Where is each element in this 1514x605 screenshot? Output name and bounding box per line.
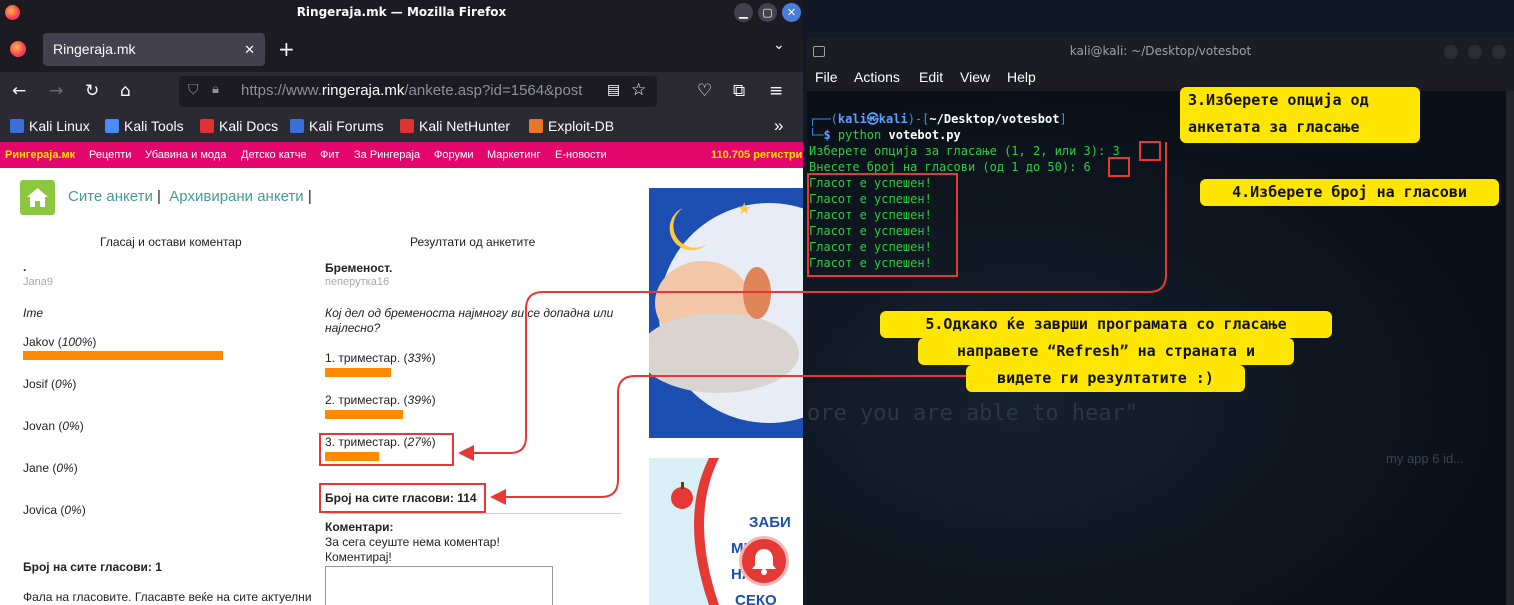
annotation-arrows bbox=[458, 142, 1167, 505]
desktop: Ringeraja.mk — Mozilla Firefox ▁ ▢ ✕ Rin… bbox=[0, 0, 1514, 605]
